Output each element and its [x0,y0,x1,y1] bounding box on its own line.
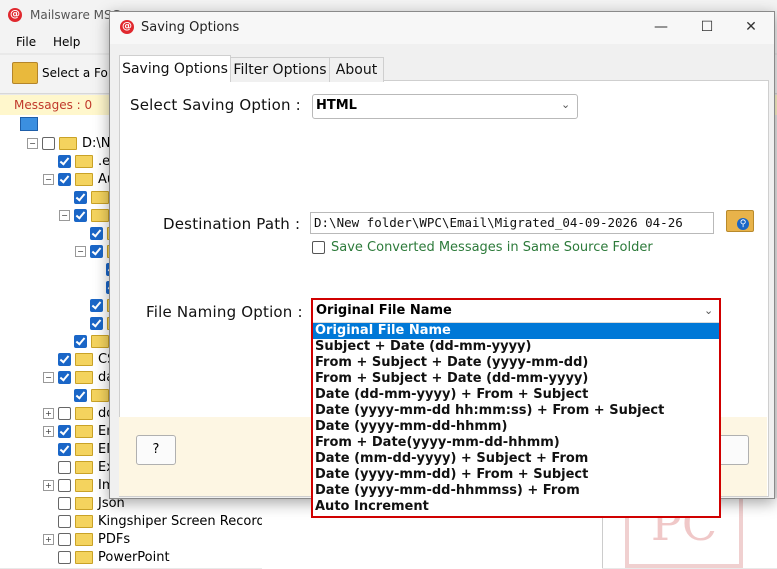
collapse-icon[interactable]: − [27,137,38,149]
tree-row-label: PowerPoint [98,549,170,565]
tab-about[interactable]: About [329,57,384,82]
minimize-button[interactable]: — [638,12,684,42]
expand-icon[interactable]: + [43,425,54,437]
folder-icon [75,532,93,546]
folder-icon [75,154,93,168]
collapse-icon[interactable]: − [59,209,70,221]
folder-icon [91,208,109,222]
file-naming-value: Original File Name [316,303,452,318]
naming-option[interactable]: From + Subject + Date (yyyy-mm-dd) [313,355,719,371]
folder-icon [75,424,93,438]
tab-filter-options[interactable]: Filter Options [230,57,330,82]
collapse-icon[interactable]: − [43,371,54,383]
menu-file[interactable]: File [16,35,36,49]
main-window-title: Mailsware MSG [30,8,121,22]
tree-checkbox[interactable] [58,172,71,186]
tree-checkbox[interactable] [42,136,55,150]
expand-icon[interactable]: + [43,479,54,491]
folder-icon [91,334,109,348]
messages-count: Messages : 0 [14,98,93,112]
naming-option[interactable]: From + Subject + Date (dd-mm-yyyy) [313,371,719,387]
folder-icon [12,62,38,84]
app-logo-icon: @ [120,20,134,34]
close-button[interactable]: ✕ [728,12,774,42]
menu-help[interactable]: Help [53,35,80,49]
collapse-icon[interactable]: − [75,245,86,257]
tree-checkbox[interactable] [90,298,103,312]
tree-checkbox[interactable] [58,406,71,420]
tree-checkbox[interactable] [58,154,71,168]
select-folder-label: Select a Fold [42,66,119,80]
tree-row-label: Kingshiper Screen Recorder [98,513,279,529]
tree-checkbox[interactable] [90,316,103,330]
tree-checkbox[interactable] [58,478,71,492]
saving-option-label: Select Saving Option : [130,96,301,114]
naming-option[interactable]: Date (yyyy-mm-dd-hhmm) [313,419,719,435]
computer-icon [20,117,38,131]
folder-icon [91,388,109,402]
tree-row[interactable]: + PDFs [43,530,130,548]
same-folder-label: Save Converted Messages in Same Source F… [331,240,653,255]
naming-option[interactable]: Date (dd-mm-yyyy) + From + Subject [313,387,719,403]
destination-path-label: Destination Path : [163,215,301,233]
naming-option[interactable]: Original File Name [313,323,719,339]
file-naming-label: File Naming Option : [146,303,303,321]
naming-option[interactable]: From + Date(yyyy-mm-dd-hhmm) [313,435,719,451]
tree-checkbox[interactable] [58,496,71,510]
destination-path-input[interactable]: D:\New folder\WPC\Email\Migrated_04-09-2… [310,212,714,234]
expand-icon[interactable]: + [43,407,54,419]
file-naming-options: Original File Name Subject + Date (dd-mm-… [313,323,719,515]
chevron-down-icon: ⌄ [704,304,714,317]
naming-option[interactable]: Date (yyyy-mm-dd hh:mm:ss) + From + Subj… [313,403,719,419]
folder-icon [75,442,93,456]
tree-checkbox[interactable] [58,424,71,438]
app-logo-icon: @ [8,8,22,22]
folder-icon [75,460,93,474]
tree-checkbox[interactable] [58,442,71,456]
naming-option[interactable]: Date (mm-dd-yyyy) + Subject + From [313,451,719,467]
folder-icon [75,352,93,366]
tree-checkbox[interactable] [58,514,71,528]
tree-row[interactable]: PowerPoint [43,548,170,566]
help-button[interactable]: ? [136,435,176,465]
folder-icon [75,514,93,528]
folder-icon [75,496,93,510]
tree-checkbox[interactable] [90,226,103,240]
folder-icon [91,190,109,204]
saving-option-value: HTML [316,98,357,113]
maximize-button[interactable]: ☐ [684,12,730,42]
tree-row-label: PDFs [98,531,131,547]
tree-checkbox[interactable] [58,370,71,384]
folder-icon [75,172,93,186]
naming-option[interactable]: Date (yyyy-mm-dd) + From + Subject [313,467,719,483]
tree-row[interactable]: Kingshiper Screen Recorder [43,512,278,530]
same-folder-checkbox[interactable] [312,241,325,254]
naming-option[interactable]: Auto Increment [313,499,719,515]
folder-icon [75,550,93,564]
collapse-icon[interactable]: − [43,173,54,185]
search-icon: ⚲ [737,218,749,230]
expand-icon[interactable]: + [43,533,54,545]
tree-checkbox[interactable] [58,532,71,546]
tree-checkbox[interactable] [74,334,87,348]
folder-icon [59,136,77,150]
naming-option[interactable]: Date (yyyy-mm-dd-hhmmss) + From [313,483,719,499]
tree-checkbox[interactable] [74,208,87,222]
chevron-down-icon: ⌄ [561,98,571,111]
folder-icon [75,406,93,420]
tree-checkbox[interactable] [58,550,71,564]
folder-icon [75,478,93,492]
folder-icon [75,370,93,384]
tree-checkbox[interactable] [58,352,71,366]
tab-saving-options[interactable]: Saving Options [119,55,231,82]
action-button[interactable] [717,435,749,465]
tree-checkbox[interactable] [90,244,103,258]
dialog-title: Saving Options [141,20,240,35]
tree-checkbox[interactable] [74,388,87,402]
tree-checkbox[interactable] [74,190,87,204]
naming-option[interactable]: Subject + Date (dd-mm-yyyy) [313,339,719,355]
tree-checkbox[interactable] [58,460,71,474]
